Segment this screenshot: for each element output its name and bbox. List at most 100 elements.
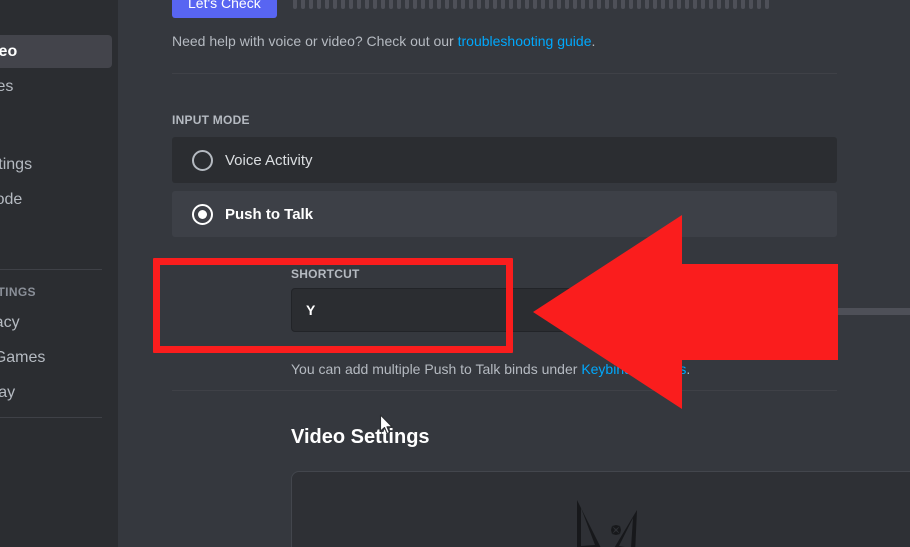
mic-level-bar — [460, 0, 465, 9]
mic-level-bar — [596, 0, 601, 9]
mic-level-bar — [572, 0, 577, 9]
shortcut-label: SHORTCUT — [291, 267, 360, 281]
sidebar-item-accessibility[interactable]: Accessibility — [0, 0, 112, 33]
voice-help-text: Need help with voice or video? Check out… — [172, 32, 595, 50]
mic-level-bar — [660, 0, 665, 9]
settings-sidebar: AccessibilityVoice & VideoText & ImagesN… — [0, 0, 118, 547]
sidebar-divider — [0, 417, 102, 418]
mic-level-bar — [388, 0, 393, 9]
mic-level-bar — [724, 0, 729, 9]
mic-level-bar — [652, 0, 657, 9]
sidebar-item-voice-video[interactable]: Voice & Video — [0, 35, 112, 68]
keyboard-icon[interactable] — [573, 295, 609, 325]
mic-level-bar — [428, 0, 433, 9]
sidebar-item-advanced[interactable]: Advanced — [0, 218, 112, 251]
mic-level-bar — [444, 0, 449, 9]
mic-level-bar — [644, 0, 649, 9]
push-to-talk-release-delay-slider[interactable] — [630, 295, 910, 327]
mic-level-bar — [412, 0, 417, 9]
sidebar-item-keybind-settings[interactable]: Keybind Settings — [0, 148, 112, 181]
mic-level-meter — [292, 0, 769, 9]
sidebar-item-hypesquad[interactable]: HypeSquad — [0, 461, 112, 494]
mic-level-bar — [508, 0, 513, 9]
mic-level-bar — [332, 0, 337, 9]
input-mode-option-voice-activity[interactable]: Voice Activity — [172, 137, 837, 183]
mic-level-bar — [380, 0, 385, 9]
troubleshooting-guide-link[interactable]: troubleshooting guide — [458, 33, 592, 49]
radio-unselected-icon — [192, 149, 213, 171]
shortcut-value: Y — [306, 302, 316, 318]
mic-level-bar — [556, 0, 561, 9]
video-preview-panel[interactable] — [291, 471, 910, 547]
sidebar-item-text-images[interactable]: Text & Images — [0, 70, 112, 103]
sidebar-divider — [0, 269, 102, 270]
settings-content: Let's Check Need help with voice or vide… — [118, 0, 910, 547]
mic-level-bar — [316, 0, 321, 9]
lets-check-button[interactable]: Let's Check — [172, 0, 277, 18]
divider-bottom — [172, 390, 837, 391]
mic-level-bar — [612, 0, 617, 9]
voice-help-suffix: . — [591, 33, 596, 49]
mic-level-bar — [420, 0, 425, 9]
sidebar-item-what-s-new[interactable]: What's New — [0, 426, 112, 459]
mic-level-bar — [468, 0, 473, 9]
mic-level-bar — [700, 0, 705, 9]
sidebar-item-activity-privacy[interactable]: Activity Privacy — [0, 306, 112, 339]
mic-level-bar — [716, 0, 721, 9]
mic-level-bar — [620, 0, 625, 9]
mic-level-bar — [324, 0, 329, 9]
mic-level-bar — [292, 0, 297, 9]
mic-level-bar — [764, 0, 769, 9]
mic-level-bar — [364, 0, 369, 9]
mic-level-bar — [308, 0, 313, 9]
shortcut-input[interactable]: Y — [291, 288, 616, 332]
voice-help-prefix: Need help with voice or video? Check out… — [172, 33, 458, 49]
mic-level-bar — [676, 0, 681, 9]
mic-level-bar — [740, 0, 745, 9]
push-to-talk-release-delay-label: PUSH TO TALK RELEASE DELAY — [630, 267, 827, 281]
push-to-talk-hint-text: You can add multiple Push to Talk binds … — [291, 360, 690, 378]
mic-level-bar — [604, 0, 609, 9]
camera-off-illustration — [576, 500, 637, 547]
mic-level-bar — [756, 0, 761, 9]
mic-level-bar — [668, 0, 673, 9]
sidebar-item-registered-games[interactable]: Registered Games — [0, 341, 112, 374]
mic-level-bar — [588, 0, 593, 9]
mic-level-bar — [452, 0, 457, 9]
input-mode-label: INPUT MODE — [172, 113, 250, 127]
mic-level-bar — [340, 0, 345, 9]
mic-level-bar — [732, 0, 737, 9]
mic-level-bar — [636, 0, 641, 9]
app-window: AccessibilityVoice & VideoText & ImagesN… — [0, 0, 910, 547]
mic-level-bar — [396, 0, 401, 9]
keybind-settings-link[interactable]: Keybind Settings — [581, 361, 686, 377]
mic-level-bar — [404, 0, 409, 9]
ptt-hint-suffix: . — [686, 361, 691, 377]
mic-level-bar — [476, 0, 481, 9]
mic-level-bar — [580, 0, 585, 9]
mic-level-bar — [484, 0, 489, 9]
mic-level-bar — [748, 0, 753, 9]
push-to-talk-label: Push to Talk — [225, 205, 314, 223]
divider-top — [172, 73, 837, 74]
mic-level-bar — [372, 0, 377, 9]
mic-level-bar — [564, 0, 569, 9]
mic-level-bar — [436, 0, 441, 9]
sidebar-item-streamer-mode[interactable]: Streamer Mode — [0, 183, 112, 216]
input-mode-option-push-to-talk[interactable]: Push to Talk — [172, 191, 837, 237]
mic-level-bar — [356, 0, 361, 9]
sidebar-item-notifications[interactable]: Notifications — [0, 105, 112, 138]
slider-handle[interactable] — [636, 295, 652, 327]
mic-level-bar — [628, 0, 633, 9]
mic-level-bar — [500, 0, 505, 9]
mic-level-bar — [516, 0, 521, 9]
mic-level-bar — [348, 0, 353, 9]
mic-level-bar — [300, 0, 305, 9]
mic-level-bar — [708, 0, 713, 9]
mic-level-bar — [684, 0, 689, 9]
sidebar-item-game-overlay[interactable]: Game Overlay — [0, 376, 112, 409]
mic-level-bar — [548, 0, 553, 9]
video-settings-heading: Video Settings — [291, 426, 430, 448]
